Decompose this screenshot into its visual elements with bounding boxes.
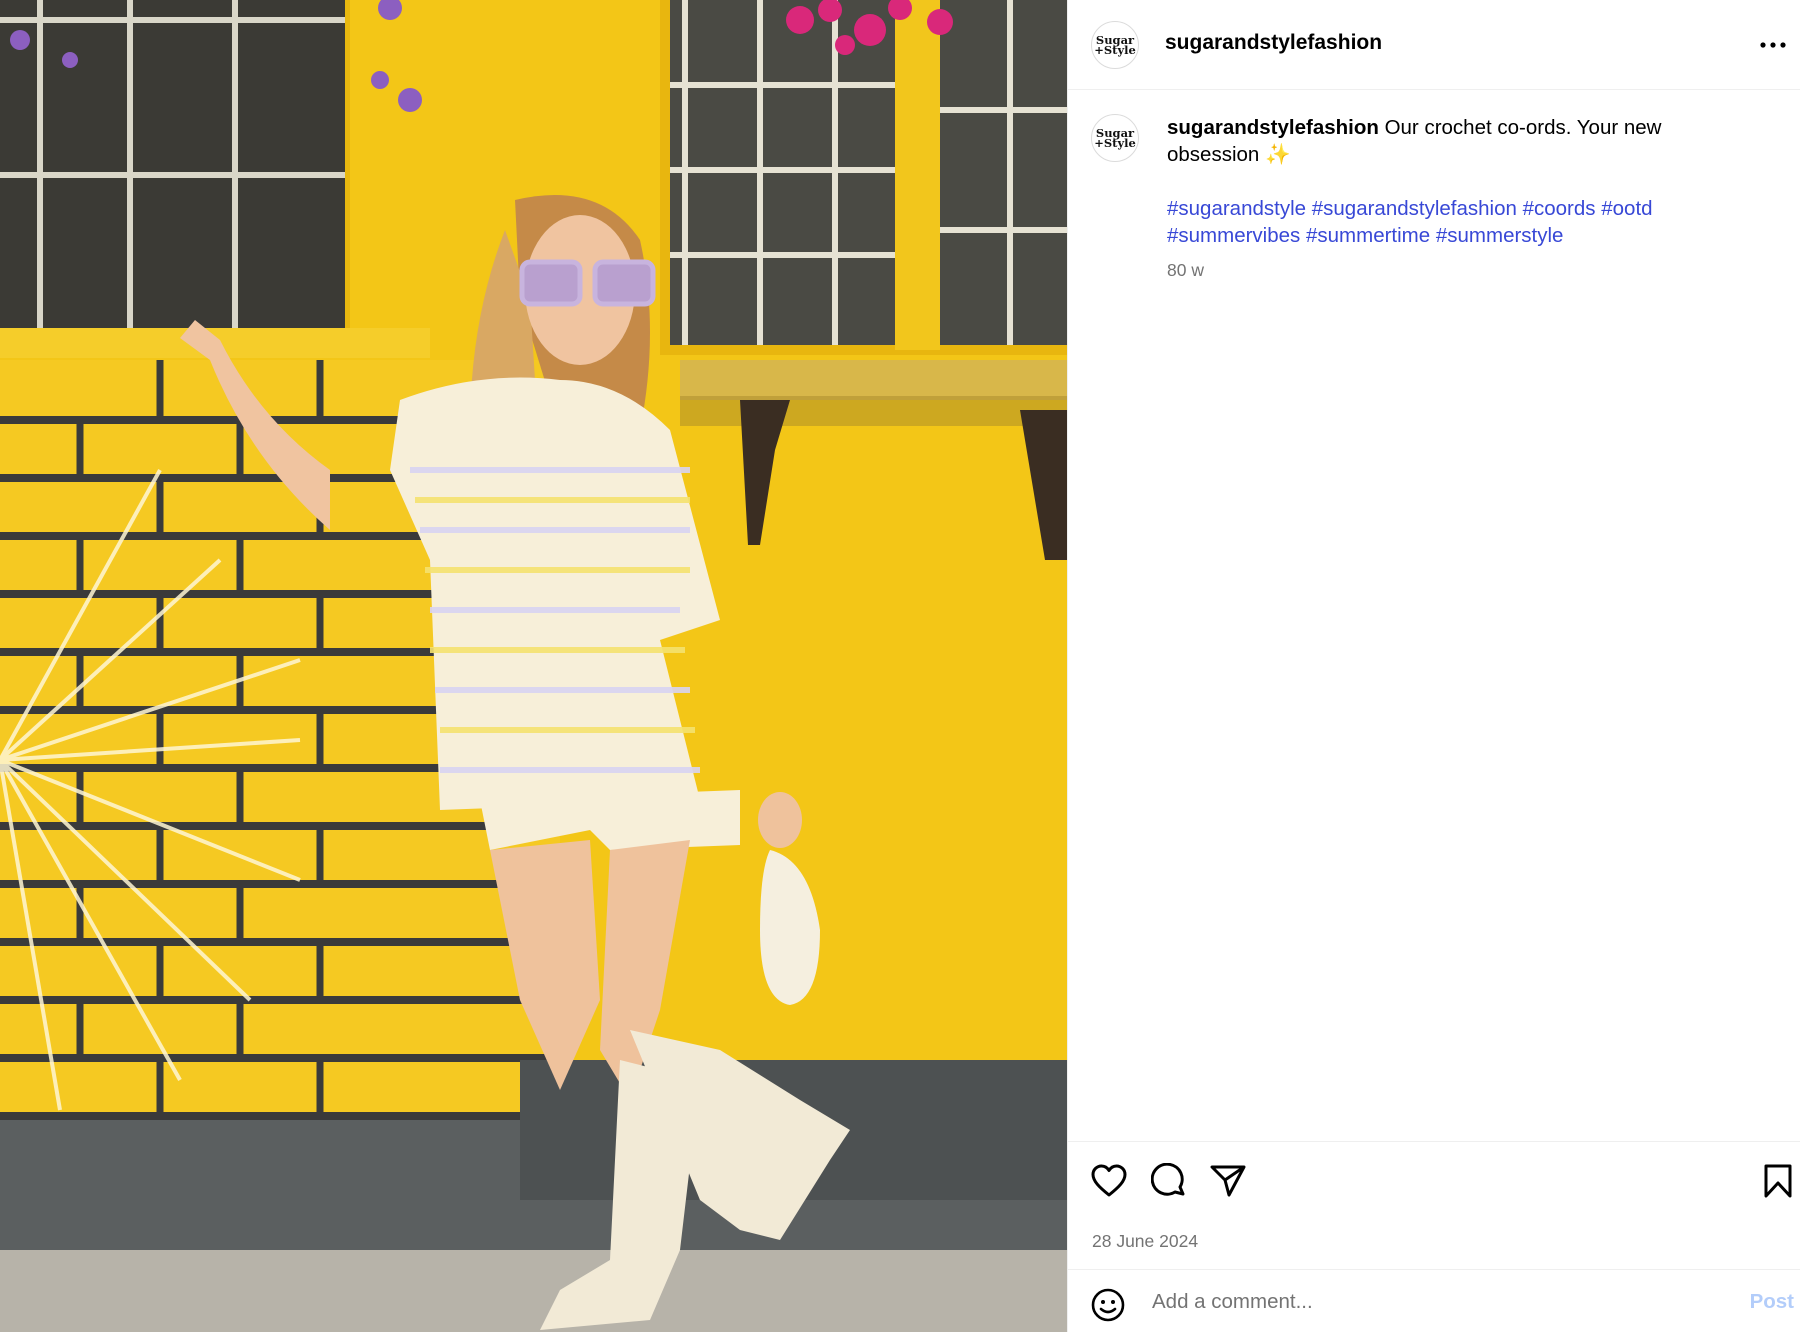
post-date[interactable]: 28 June 2024: [1092, 1231, 1198, 1252]
bookmark-icon: [1764, 1164, 1792, 1198]
post-image[interactable]: [0, 0, 1067, 1332]
avatar-text-line-2: +Style: [1094, 136, 1136, 150]
share-icon: [1210, 1165, 1246, 1197]
action-bar: 28 June 2024: [1068, 1141, 1800, 1281]
like-button[interactable]: [1088, 1160, 1130, 1202]
hashtag-link[interactable]: #summertime: [1306, 224, 1430, 247]
caption-username-link[interactable]: sugarandstylefashion: [1167, 116, 1379, 139]
post-comment-button[interactable]: Post: [1750, 1290, 1794, 1314]
more-options-icon: [1760, 42, 1786, 48]
post-age[interactable]: 80 w: [1167, 260, 1204, 281]
avatar[interactable]: Sugar +Style: [1091, 21, 1139, 69]
heart-icon: [1091, 1164, 1127, 1197]
avatar-text-line-2: +Style: [1094, 43, 1136, 57]
hashtag-link[interactable]: #summerstyle: [1436, 224, 1564, 247]
comment-input[interactable]: [1152, 1284, 1672, 1320]
hashtag-link[interactable]: #coords: [1523, 197, 1596, 220]
hashtag-link[interactable]: #sugarandstyle: [1167, 197, 1306, 220]
comment-icon: [1151, 1163, 1185, 1196]
username-link[interactable]: sugarandstylefashion: [1165, 31, 1382, 55]
post-header: Sugar +Style sugarandstylefashion: [1068, 0, 1800, 90]
hashtag-link[interactable]: #sugarandstylefashion: [1312, 197, 1517, 220]
comment-bar: Post: [1068, 1269, 1800, 1332]
share-button[interactable]: [1207, 1160, 1249, 1202]
caption-avatar[interactable]: Sugar +Style: [1091, 114, 1139, 162]
hashtag-link[interactable]: #ootd: [1601, 197, 1652, 220]
emoji-button[interactable]: [1090, 1287, 1126, 1323]
save-button[interactable]: [1757, 1160, 1799, 1202]
hashtag-list: #sugarandstyle #sugarandstylefashion #co…: [1167, 195, 1757, 249]
comment-button[interactable]: [1148, 1160, 1190, 1202]
emoji-icon: [1091, 1288, 1125, 1322]
post-side-panel: Sugar +Style sugarandstylefashion Sugar …: [1067, 0, 1800, 1332]
caption-text: sugarandstylefashion Our crochet co-ords…: [1167, 114, 1757, 168]
hashtag-link[interactable]: #summervibes: [1167, 224, 1300, 247]
post-photo-illustration: [0, 0, 1067, 1332]
sparkles-emoji: ✨: [1265, 143, 1291, 166]
more-options-button[interactable]: [1755, 28, 1791, 62]
